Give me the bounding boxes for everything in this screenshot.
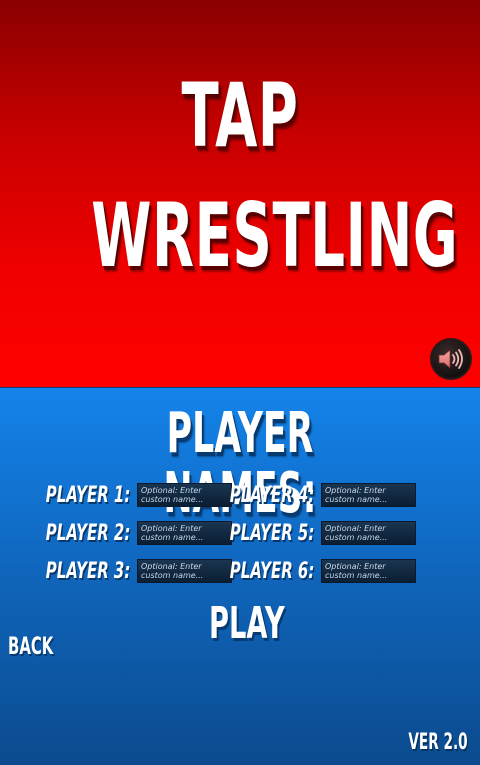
game-title-line-2: WRESTLING: [91, 184, 459, 287]
player-1-name-input[interactable]: [137, 483, 232, 507]
player-3-name-input[interactable]: [137, 559, 232, 583]
player-6-name-input[interactable]: [321, 559, 416, 583]
player-4-label: PLAYER 4:: [229, 483, 314, 508]
version-label: VER 2.0: [408, 730, 468, 755]
game-title-line-1: TAP: [181, 64, 299, 167]
player-3-label: PLAYER 3:: [45, 559, 130, 584]
player-2-name-input[interactable]: [137, 521, 232, 545]
sound-toggle-button[interactable]: [430, 338, 472, 380]
player-1-label: PLAYER 1:: [45, 483, 130, 508]
player-6-label: PLAYER 6:: [229, 559, 314, 584]
player-2-label: PLAYER 2:: [45, 521, 130, 546]
player-4-name-input[interactable]: [321, 483, 416, 507]
speaker-volume-icon: [438, 349, 463, 369]
play-button[interactable]: PLAY: [209, 600, 285, 648]
back-button[interactable]: BACK: [8, 632, 53, 660]
player-5-name-input[interactable]: [321, 521, 416, 545]
player-5-label: PLAYER 5:: [229, 521, 314, 546]
